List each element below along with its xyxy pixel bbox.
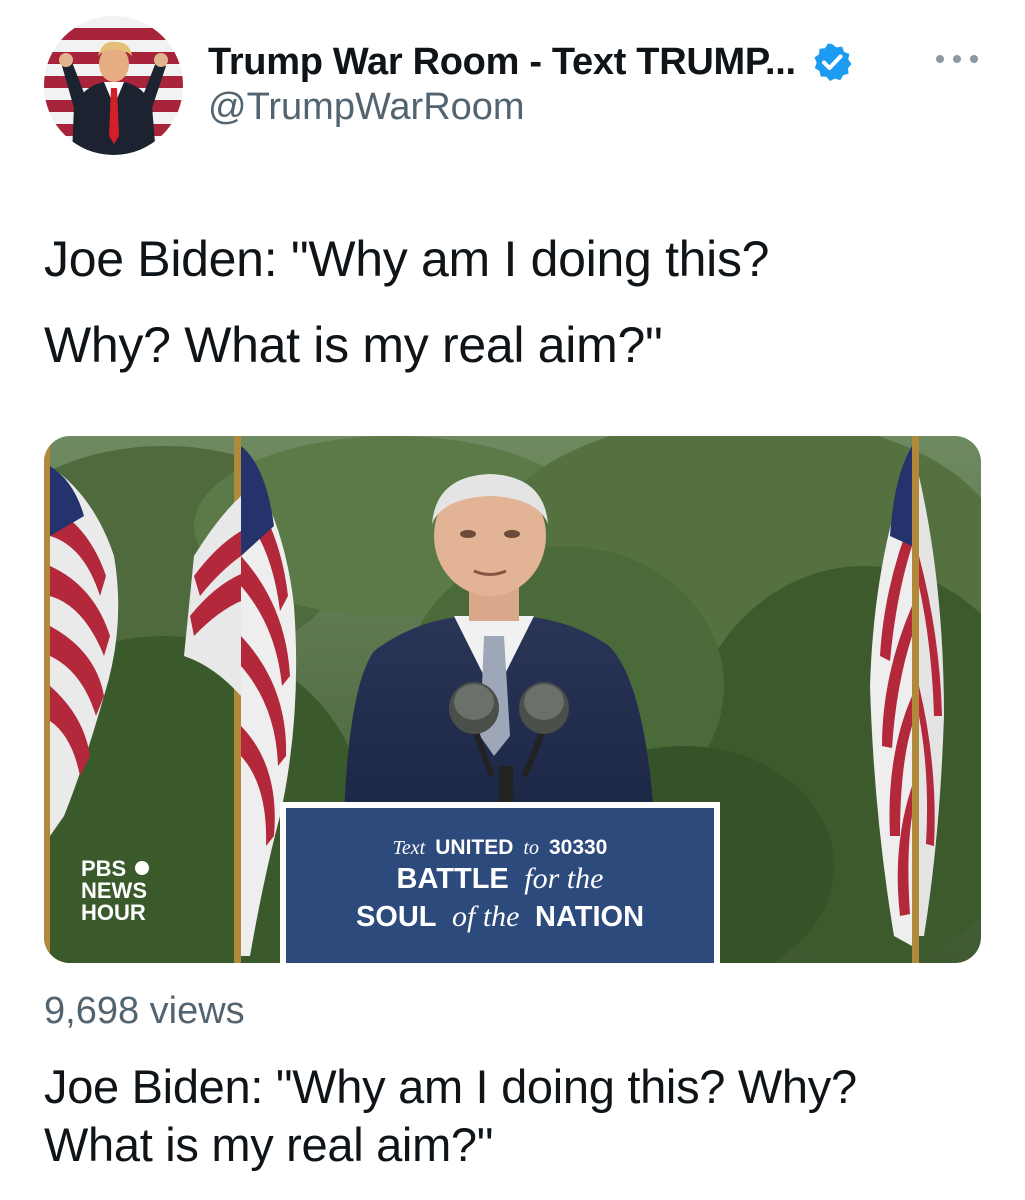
podium-text-soul: SOUL [356,901,437,933]
podium-text-nation: NATION [535,901,644,933]
view-count: 9,698 views [44,990,245,1032]
svg-text:Text UNITED to: Text UNITED to 30330 [393,836,608,859]
pbs-newshour-logo: PBS NEWS HOUR [81,856,149,925]
video-thumbnail: Text UNITED to 30330 BATTLE for the SOUL… [44,436,981,963]
podium-text-for-the: for the [524,862,603,895]
svg-text:SOUL of the NA: SOUL of the NATION [356,900,644,933]
caption-line-2: What is my real aim?" [44,1118,494,1171]
user-handle[interactable]: @TrumpWarRoom [208,86,525,129]
video-player[interactable]: Text UNITED to 30330 BATTLE for the SOUL… [44,436,981,963]
podium-text-to: to [523,837,539,859]
logo-line-3: HOUR [81,900,146,925]
podium-text-battle: BATTLE [397,863,509,895]
profile-avatar[interactable] [44,16,183,155]
podium-text-of-the: of the [452,900,520,933]
video-caption: Joe Biden: "Why am I doing this? Why? Wh… [44,1058,974,1174]
display-name[interactable]: Trump War Room - Text TRUMP... [208,41,796,84]
tweet-text-line-1: Joe Biden: "Why am I doing this? [44,231,770,287]
podium-text-small-1: Text [393,837,426,859]
podium-text-united: UNITED [435,836,513,859]
avatar-image [44,16,183,155]
svg-text:BATTLE for the: BATTLE for the [397,862,604,895]
more-options-icon[interactable] [932,46,982,72]
tweet-header: Trump War Room - Text TRUMP... @TrumpWar… [0,0,1025,170]
tweet-text: Joe Biden: "Why am I doing this? Why? Wh… [44,216,974,388]
tweet-text-line-2: Why? What is my real aim?" [44,317,663,373]
caption-line-1: Joe Biden: "Why am I doing this? Why? [44,1060,857,1113]
verified-badge-icon [814,43,852,81]
podium-sign: Text UNITED to 30330 BATTLE for the SOUL… [280,802,720,963]
podium-text-number: 30330 [549,836,607,859]
name-row: Trump War Room - Text TRUMP... [208,38,852,86]
